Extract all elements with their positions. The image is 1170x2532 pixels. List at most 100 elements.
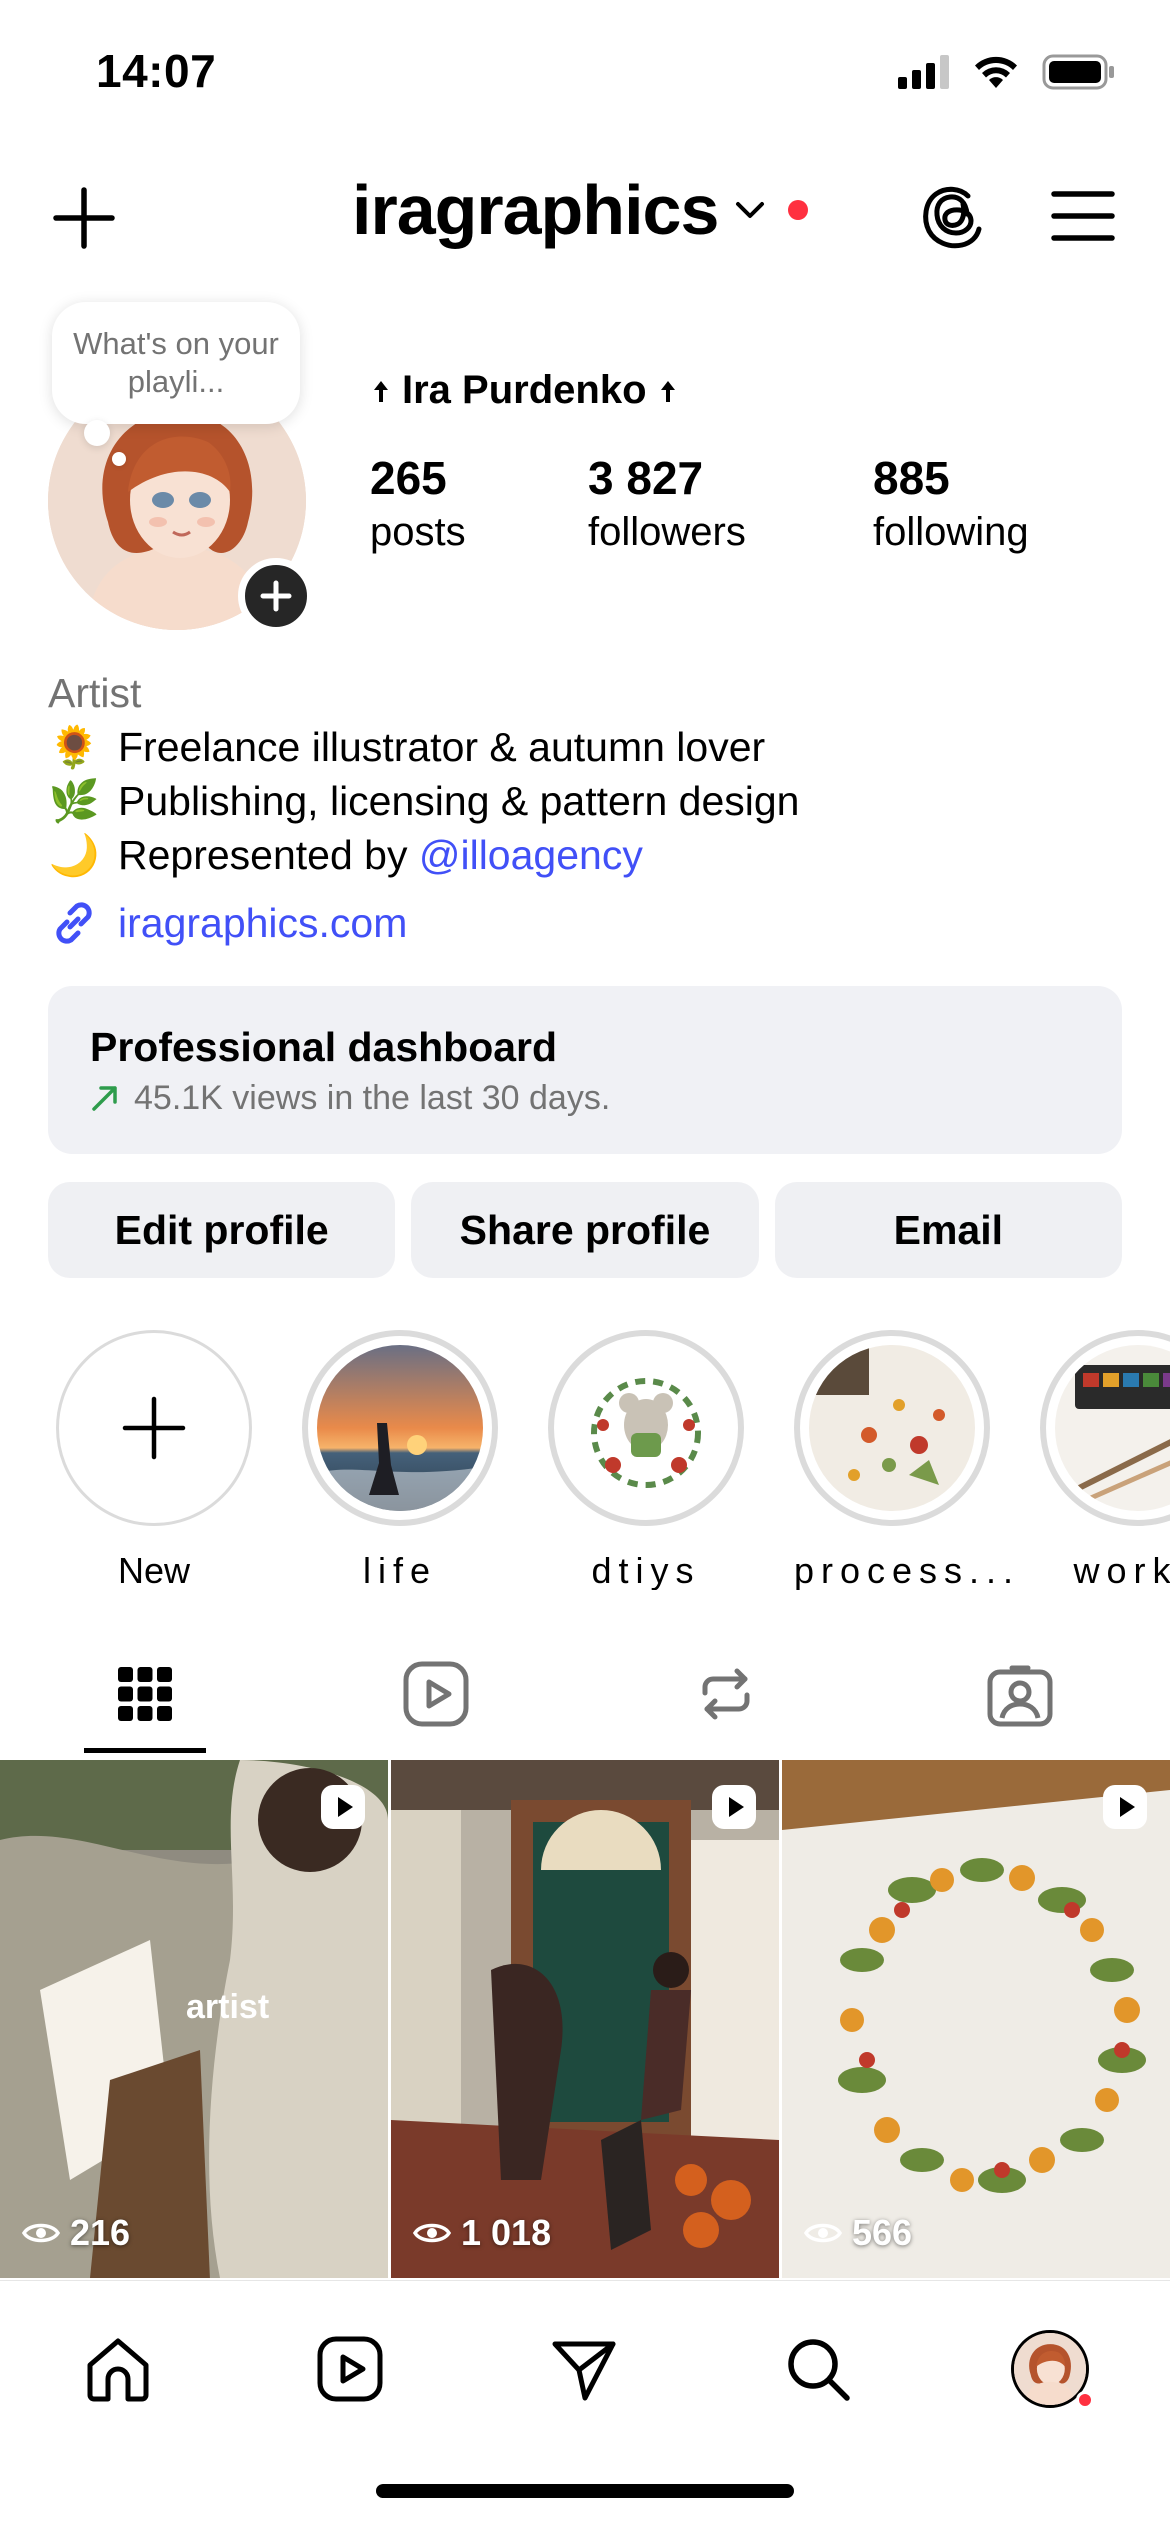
edit-profile-button[interactable]: Edit profile: [48, 1182, 396, 1278]
menu-icon[interactable]: [1050, 186, 1116, 246]
arrow-up-icon: [374, 380, 388, 402]
highlight-ring: [302, 1330, 498, 1526]
story-highlights: New life dtiys process... work: [0, 1330, 1170, 1590]
stat-posts[interactable]: 265 posts: [370, 450, 466, 558]
status-bar: 14:07: [0, 0, 1170, 150]
nav-search[interactable]: [776, 2327, 860, 2411]
dashboard-subtitle-text: 45.1K views in the last 30 days.: [134, 1079, 611, 1117]
highlight-dtiys[interactable]: dtiys: [548, 1330, 744, 1590]
highlight-life[interactable]: life: [302, 1330, 498, 1590]
stat-label: followers: [588, 510, 746, 554]
nav-reels[interactable]: [308, 2327, 392, 2411]
tab-reels[interactable]: [396, 1654, 476, 1734]
plus-icon[interactable]: [48, 182, 120, 254]
post-thumbnail: [391, 1760, 779, 2278]
highlight-new[interactable]: New: [56, 1330, 252, 1590]
bio-line: 🌿 Publishing, licensing & pattern design: [48, 774, 1128, 828]
highlight-ring: [548, 1330, 744, 1526]
grid-post[interactable]: 566: [782, 1760, 1170, 2278]
battery-icon: [1042, 54, 1114, 90]
share-profile-button[interactable]: Share profile: [411, 1182, 759, 1278]
home-icon: [87, 2338, 149, 2402]
dashboard-subtitle: 45.1K views in the last 30 days.: [90, 1076, 1080, 1120]
nav-profile[interactable]: [1008, 2327, 1094, 2411]
link-icon: [56, 902, 92, 944]
view-count: 1 018: [413, 2212, 551, 2254]
wifi-icon: [975, 56, 1017, 88]
profile-link[interactable]: iragraphics.com: [48, 896, 1128, 950]
active-tab-indicator: [84, 1748, 206, 1753]
highlight-process[interactable]: process...: [794, 1330, 1013, 1590]
post-thumbnail: artist: [0, 1760, 388, 2278]
professional-dashboard[interactable]: Professional dashboard 45.1K views in th…: [48, 986, 1122, 1154]
highlight-ring: [794, 1330, 990, 1526]
eye-icon: [22, 2223, 60, 2243]
chevron-down-icon: [736, 202, 765, 218]
note-bubble-tail: [112, 452, 126, 466]
trending-up-icon: [92, 1086, 117, 1111]
notification-dot: [1076, 2391, 1094, 2409]
reels-icon: [403, 1661, 469, 1727]
profile-actions: Edit profile Share profile Email: [48, 1182, 1122, 1278]
threads-icon[interactable]: [916, 180, 990, 254]
highlight-image: [1055, 1345, 1170, 1511]
post-thumbnail: [782, 1760, 1170, 2278]
arrow-up-icon: [660, 380, 675, 402]
eye-icon: [413, 2223, 451, 2243]
notification-dot: [788, 200, 809, 220]
reel-icon: [1103, 1785, 1147, 1829]
bio-text: Represented by @illoagency: [118, 828, 643, 882]
email-button[interactable]: Email: [774, 1182, 1122, 1278]
view-count-value: 566: [852, 2212, 913, 2253]
grid-icon: [118, 1667, 172, 1721]
profile-header: iragraphics: [0, 160, 1170, 270]
search-icon: [788, 2339, 850, 2401]
tab-reposts[interactable]: [686, 1654, 766, 1734]
account-switcher[interactable]: iragraphics: [352, 170, 809, 250]
reposts-icon: [702, 1668, 750, 1720]
reels-icon: [317, 2336, 383, 2402]
nav-messages[interactable]: [542, 2327, 626, 2411]
note-bubble-tail: [84, 420, 110, 446]
nav-home[interactable]: [76, 2327, 160, 2411]
post-overlay-text: artist: [186, 1988, 269, 2026]
add-story-button[interactable]: [238, 558, 314, 634]
bio-text-before: Represented by: [118, 832, 419, 878]
highlight-image: [563, 1345, 729, 1511]
home-indicator: [376, 2484, 794, 2498]
highlight-works[interactable]: works: [1040, 1330, 1170, 1590]
highlight-label: New: [117, 1550, 191, 1590]
tab-tagged[interactable]: [980, 1654, 1060, 1734]
stat-followers[interactable]: 3 827 followers: [588, 450, 746, 558]
note-bubble[interactable]: What's on your playli...: [52, 302, 300, 424]
content-tabs: [0, 1640, 1170, 1760]
stat-value: 3 827: [588, 452, 704, 504]
tab-grid[interactable]: [105, 1654, 185, 1734]
display-name-row: Ira Purdenko: [370, 368, 679, 413]
sunflower-emoji: 🌻: [48, 724, 100, 770]
view-count-value: 1 018: [461, 2212, 552, 2253]
profile-category: Artist: [48, 670, 142, 716]
highlight-ring: [56, 1330, 252, 1526]
status-time: 14:07: [96, 45, 217, 97]
profile-bio: Artist 🌻 Freelance illustrator & autumn …: [48, 666, 1128, 950]
plus-icon: [122, 1396, 186, 1460]
dashboard-title: Professional dashboard: [90, 1024, 558, 1070]
plus-icon: [260, 580, 292, 612]
highlight-image: [317, 1345, 483, 1511]
highlight-image: [809, 1345, 975, 1511]
bio-text: Freelance illustrator & autumn lover: [118, 724, 766, 770]
bio-line: 🌙 Represented by @illoagency: [48, 828, 1128, 882]
view-count-value: 216: [70, 2212, 131, 2253]
stat-following[interactable]: 885 following: [873, 450, 1029, 558]
username: iragraphics: [352, 171, 719, 249]
profile-link-text: iragraphics.com: [118, 900, 408, 946]
grid-post[interactable]: artist 216: [0, 1760, 388, 2278]
send-icon: [552, 2341, 616, 2401]
moon-emoji: 🌙: [48, 832, 100, 878]
bio-mention-link[interactable]: @illoagency: [419, 832, 643, 878]
grid-post[interactable]: 1 018: [391, 1760, 779, 2278]
eye-icon: [804, 2223, 842, 2243]
profile-stats: 265 posts 3 827 followers 885 following: [370, 450, 1130, 570]
stat-value: 885: [873, 452, 950, 504]
